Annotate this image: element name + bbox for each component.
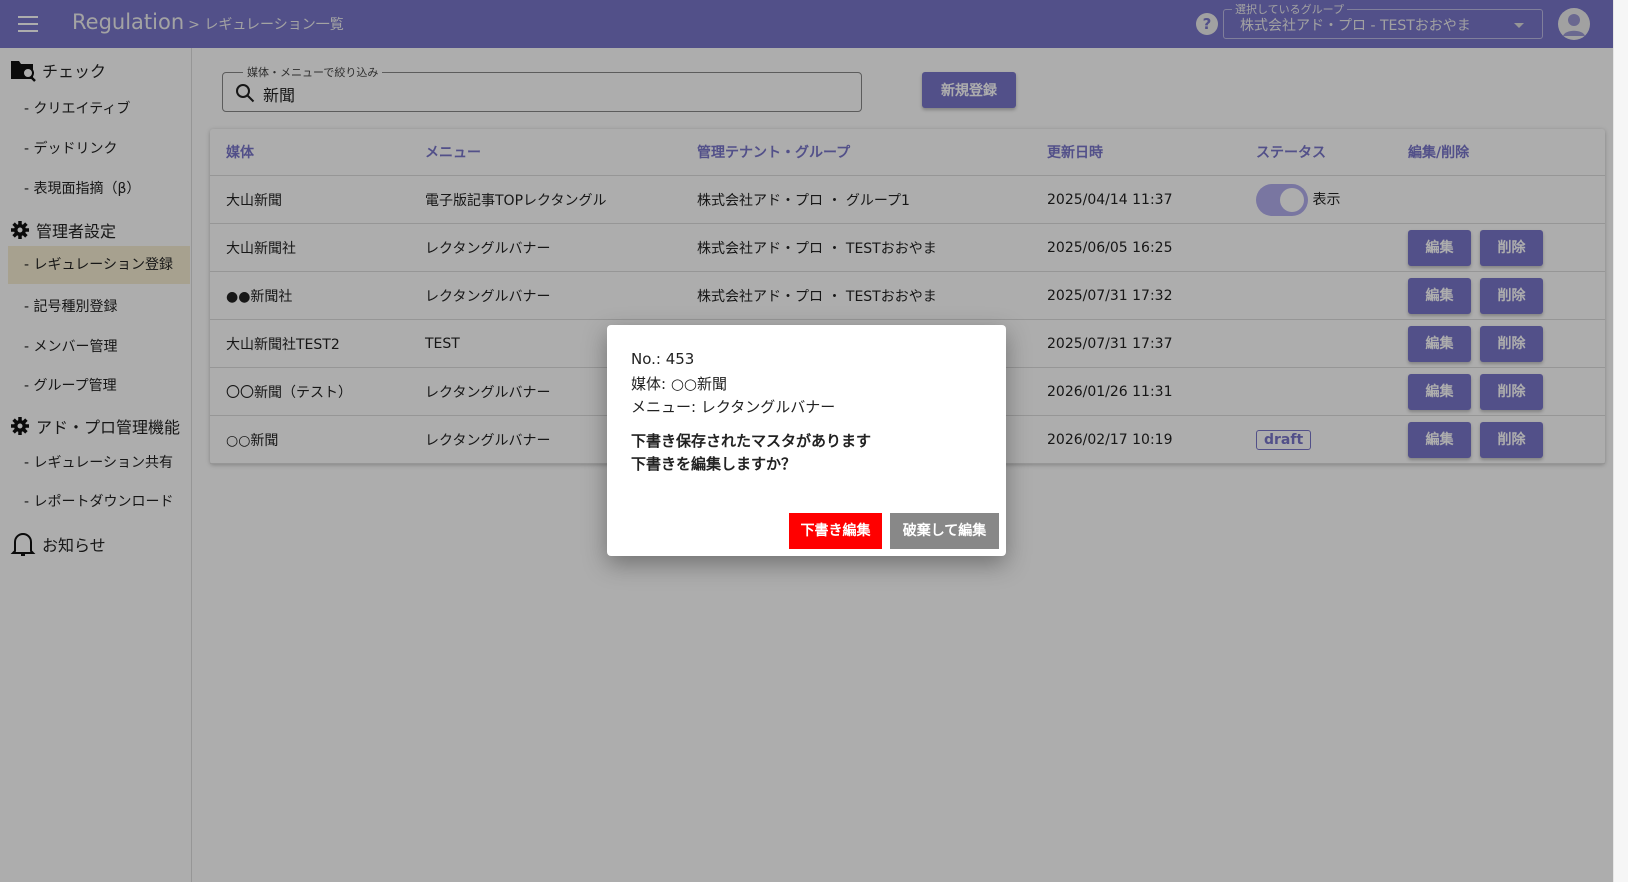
discard-edit-button[interactable]: 破棄して編集 [890,513,999,549]
app: Regulation > レギュレーション一覧 ? 選択しているグループ 株式会社… [0,0,1613,882]
dialog-menu: メニュー: レクタングルバナー [631,398,836,416]
dialog-message-1: 下書き保存されたマスタがあります [631,432,872,450]
dialog-media: 媒体: ○○新聞 [631,375,727,393]
dialog-no: No.: 453 [631,350,695,368]
draft-dialog: No.: 453 媒体: ○○新聞 メニュー: レクタングルバナー 下書き保存さ… [607,325,1006,556]
draft-edit-button[interactable]: 下書き編集 [789,513,882,549]
scrollbar[interactable] [1613,0,1628,882]
dialog-message-2: 下書きを編集しますか？ [631,455,797,473]
